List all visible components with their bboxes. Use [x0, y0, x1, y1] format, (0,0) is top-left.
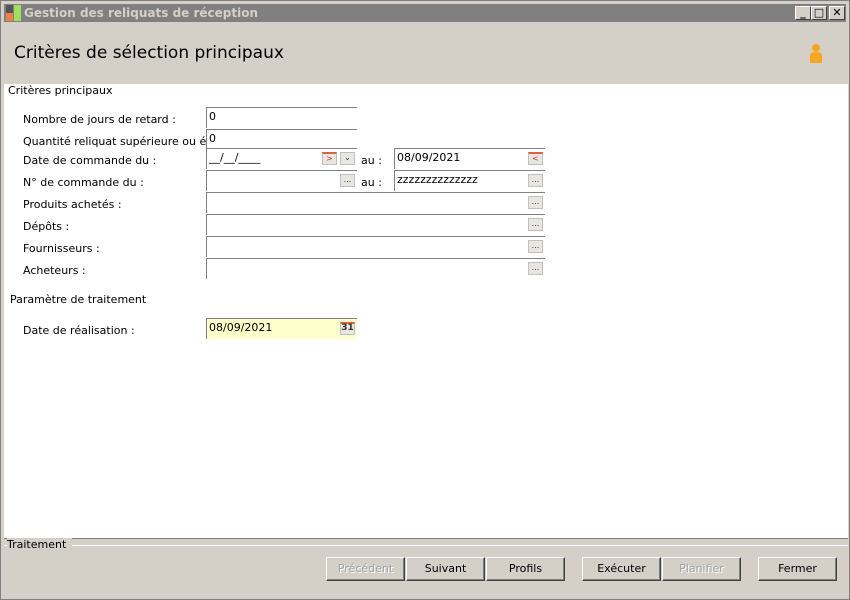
user-icon[interactable]: [808, 43, 824, 65]
days-late-input[interactable]: 0: [206, 107, 357, 128]
label-realisation-date: Date de réalisation :: [23, 324, 135, 337]
products-input[interactable]: ...: [206, 192, 545, 213]
close-window-button[interactable]: Fermer: [758, 557, 837, 581]
order-number-to-input[interactable]: zzzzzzzzzzzzzz ...: [394, 170, 545, 191]
section-title: Critères principaux: [8, 84, 119, 97]
title-bar: Gestion des reliquats de réception _ □ ✕: [4, 4, 846, 22]
criteria-panel: Critères principaux Nombre de jours de r…: [4, 84, 848, 539]
browse-button[interactable]: ...: [528, 218, 543, 231]
browse-button[interactable]: ...: [528, 240, 543, 253]
section-title: Paramètre de traitement: [10, 293, 153, 306]
calendar-next-icon[interactable]: >: [322, 152, 337, 165]
next-button[interactable]: Suivant: [406, 557, 485, 581]
label-depots: Dépôts :: [23, 220, 70, 233]
label-to: au :: [361, 176, 382, 189]
calendar-prev-icon[interactable]: <: [528, 152, 543, 165]
label-order-date: Date de commande du :: [23, 154, 157, 167]
divider: [8, 91, 844, 92]
header: Critères de sélection principaux: [4, 23, 848, 84]
order-date-to-value: 08/09/2021: [397, 151, 461, 164]
order-number-to-value: zzzzzzzzzzzzzz: [397, 173, 478, 186]
window-title: Gestion des reliquats de réception: [24, 6, 259, 20]
label-quantity: Quantité reliquat supérieure ou égale :: [23, 135, 237, 148]
label-buyers: Acheteurs :: [23, 264, 86, 277]
browse-button[interactable]: ...: [528, 174, 543, 187]
execute-button[interactable]: Exécuter: [582, 557, 661, 581]
calendar-icon[interactable]: 31: [340, 322, 355, 335]
suppliers-input[interactable]: ...: [206, 236, 545, 257]
order-date-to-input[interactable]: 08/09/2021 <: [394, 148, 545, 169]
quantity-input[interactable]: 0: [206, 129, 357, 150]
label-suppliers: Fournisseurs :: [23, 242, 100, 255]
footer: Traitement Précédent Suivant Profils Exé…: [4, 538, 848, 598]
divider: [4, 545, 848, 546]
page-title: Critères de sélection principaux: [14, 43, 284, 63]
realisation-date-input[interactable]: 08/09/2021 31: [206, 318, 357, 339]
browse-button[interactable]: ...: [340, 174, 355, 187]
label-products: Produits achetés :: [23, 198, 122, 211]
order-date-from-value: __/__/____: [209, 151, 261, 164]
label-order-number: N° de commande du :: [23, 176, 144, 189]
order-date-from-input[interactable]: __/__/____ > ⌄: [206, 148, 357, 169]
footer-title: Traitement: [7, 538, 73, 551]
profiles-button[interactable]: Profils: [486, 557, 565, 581]
close-button[interactable]: ✕: [829, 6, 845, 20]
maximize-button[interactable]: □: [811, 6, 827, 20]
browse-button[interactable]: ...: [528, 262, 543, 275]
schedule-button[interactable]: Planifier: [662, 557, 741, 581]
previous-button[interactable]: Précédent: [326, 557, 405, 581]
order-number-from-input[interactable]: ...: [206, 170, 357, 191]
app-icon: [6, 5, 21, 21]
label-days-late: Nombre de jours de retard :: [23, 113, 176, 126]
browse-button[interactable]: ...: [528, 196, 543, 209]
buyers-input[interactable]: ...: [206, 258, 545, 279]
chevron-down-icon[interactable]: ⌄: [340, 152, 355, 165]
label-to: au :: [361, 154, 382, 167]
window: Gestion des reliquats de réception _ □ ✕…: [0, 0, 850, 600]
realisation-date-value: 08/09/2021: [209, 321, 273, 334]
depots-input[interactable]: ...: [206, 214, 545, 235]
minimize-button[interactable]: _: [795, 6, 811, 20]
